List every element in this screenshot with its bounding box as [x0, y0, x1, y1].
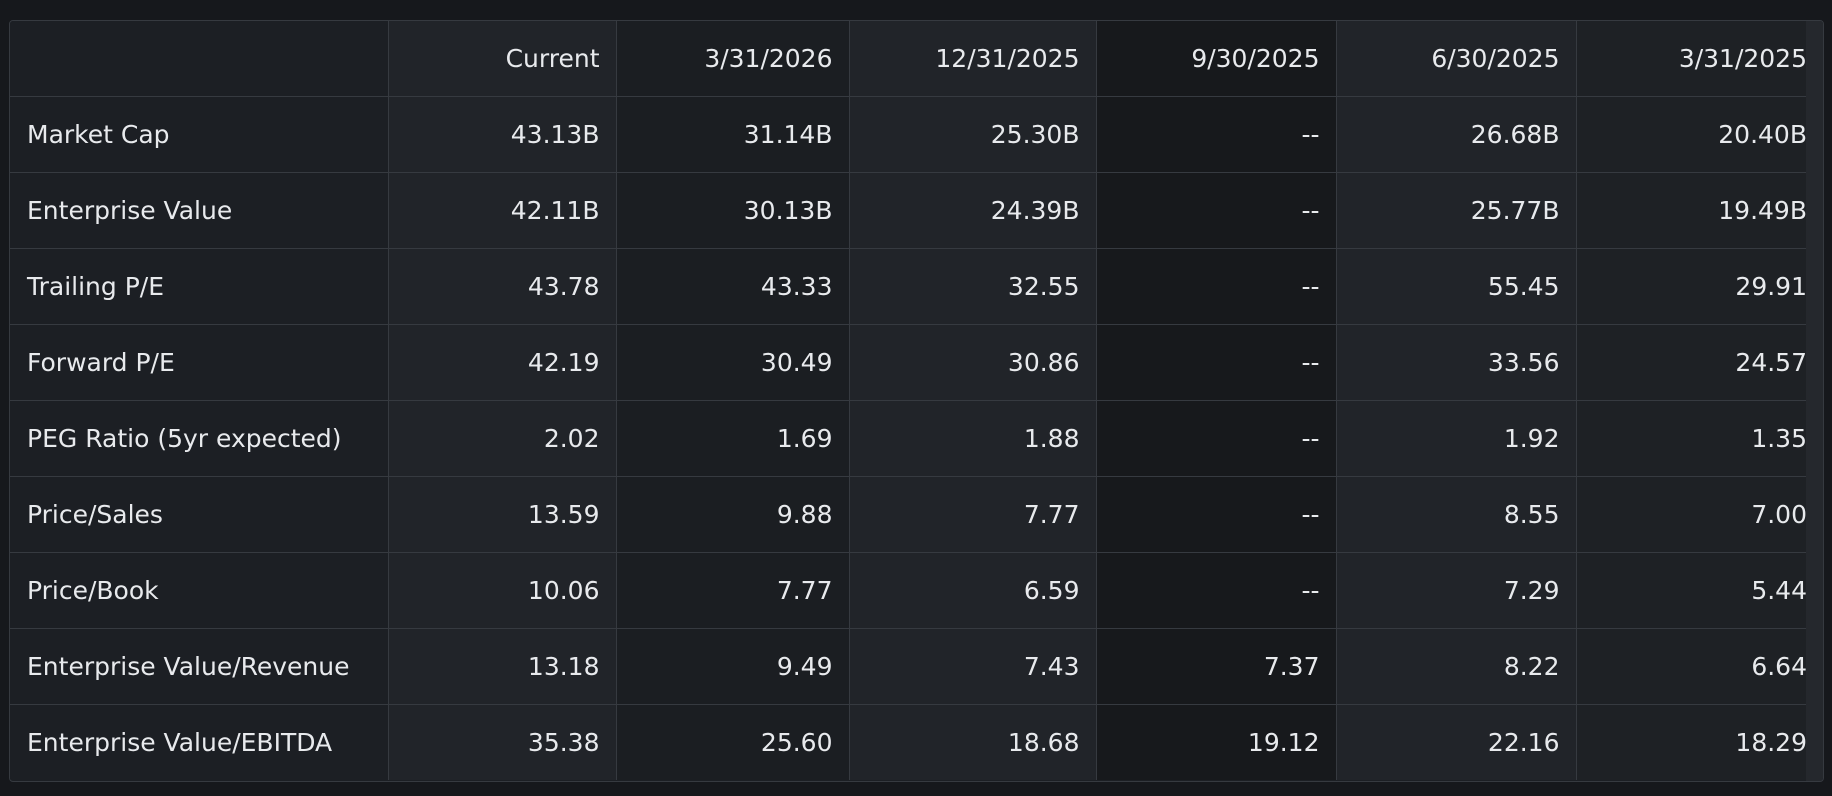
table-cell: 6.59 [848, 552, 1097, 629]
column-header-period: 12/31/2025 [848, 21, 1097, 97]
table-cell: 22.16 [1335, 704, 1577, 780]
table-cell: 43.78 [387, 248, 617, 325]
table-cell: 35.38 [387, 704, 617, 780]
table-cell: 1.69 [615, 400, 850, 477]
table-cell: 7.37 [1095, 628, 1337, 705]
valuation-measures-table: Current 3/31/2026 12/31/2025 9/30/2025 6… [10, 21, 1823, 780]
table-cell: 18.29 [1575, 704, 1823, 780]
table-cell: -- [1095, 552, 1337, 629]
column-header-current: Current [387, 21, 617, 97]
table-cell: -- [1095, 172, 1337, 249]
table-cell: 1.35 [1575, 400, 1823, 477]
table-cell: 2.02 [387, 400, 617, 477]
table-cell: 20.40B [1575, 96, 1823, 173]
scroll-gutter [1806, 21, 1823, 781]
table-cell: 31.14B [615, 96, 850, 173]
row-label: Price/Sales [10, 476, 389, 553]
table-cell: 30.13B [615, 172, 850, 249]
table-cell: 6.64 [1575, 628, 1823, 705]
table-cell: 1.92 [1335, 400, 1577, 477]
table-cell: 10.06 [387, 552, 617, 629]
row-label: Market Cap [10, 96, 389, 173]
header-row: Current 3/31/2026 12/31/2025 9/30/2025 6… [10, 21, 1823, 97]
table-cell: 30.86 [848, 324, 1097, 401]
table-cell: 25.30B [848, 96, 1097, 173]
column-header-period: 9/30/2025 [1095, 21, 1337, 97]
table-cell: 42.19 [387, 324, 617, 401]
table-cell: 43.13B [387, 96, 617, 173]
table-cell: -- [1095, 400, 1337, 477]
table-cell: 42.11B [387, 172, 617, 249]
row-label: Trailing P/E [10, 248, 389, 325]
table-row: Enterprise Value/Revenue 13.18 9.49 7.43… [10, 628, 1823, 705]
table-cell: 7.29 [1335, 552, 1577, 629]
table-cell: 25.77B [1335, 172, 1577, 249]
column-header-period: 6/30/2025 [1335, 21, 1577, 97]
table-cell: 13.59 [387, 476, 617, 553]
table-cell: 26.68B [1335, 96, 1577, 173]
row-label: Price/Book [10, 552, 389, 629]
table-cell: 19.12 [1095, 704, 1337, 780]
table-cell: 43.33 [615, 248, 850, 325]
table-cell: 7.00 [1575, 476, 1823, 553]
table-cell: 7.77 [615, 552, 850, 629]
table-cell: 5.44 [1575, 552, 1823, 629]
table-row: Price/Sales 13.59 9.88 7.77 -- 8.55 7.00 [10, 476, 1823, 553]
row-label: Enterprise Value [10, 172, 389, 249]
table-cell: 13.18 [387, 628, 617, 705]
table-row: Market Cap 43.13B 31.14B 25.30B -- 26.68… [10, 96, 1823, 173]
table-cell: 9.49 [615, 628, 850, 705]
table-row: Forward P/E 42.19 30.49 30.86 -- 33.56 2… [10, 324, 1823, 401]
table-cell: 24.39B [848, 172, 1097, 249]
table-cell: 18.68 [848, 704, 1097, 780]
row-label: Enterprise Value/Revenue [10, 628, 389, 705]
table-row: Trailing P/E 43.78 43.33 32.55 -- 55.45 … [10, 248, 1823, 325]
table-cell: 30.49 [615, 324, 850, 401]
row-label: Enterprise Value/EBITDA [10, 704, 389, 780]
column-header-period: 3/31/2026 [615, 21, 850, 97]
table-cell: -- [1095, 248, 1337, 325]
table-cell: 25.60 [615, 704, 850, 780]
table-cell: 55.45 [1335, 248, 1577, 325]
table-cell: 7.77 [848, 476, 1097, 553]
row-label: PEG Ratio (5yr expected) [10, 400, 389, 477]
table-row: Enterprise Value/EBITDA 35.38 25.60 18.6… [10, 704, 1823, 780]
corner-header-cell [10, 21, 389, 97]
table-cell: 24.57 [1575, 324, 1823, 401]
table-cell: 9.88 [615, 476, 850, 553]
table-cell: 7.43 [848, 628, 1097, 705]
table-cell: 33.56 [1335, 324, 1577, 401]
column-header-period: 3/31/2025 [1575, 21, 1823, 97]
row-label: Forward P/E [10, 324, 389, 401]
table-cell: -- [1095, 96, 1337, 173]
table-cell: 29.91 [1575, 248, 1823, 325]
table-cell: 8.22 [1335, 628, 1577, 705]
table-row: Price/Book 10.06 7.77 6.59 -- 7.29 5.44 [10, 552, 1823, 629]
table-cell: 32.55 [848, 248, 1097, 325]
table-cell: 19.49B [1575, 172, 1823, 249]
table-row: PEG Ratio (5yr expected) 2.02 1.69 1.88 … [10, 400, 1823, 477]
table-cell: 1.88 [848, 400, 1097, 477]
valuation-measures-table-container: Current 3/31/2026 12/31/2025 9/30/2025 6… [9, 20, 1824, 782]
table-cell: -- [1095, 476, 1337, 553]
table-cell: 8.55 [1335, 476, 1577, 553]
table-row: Enterprise Value 42.11B 30.13B 24.39B --… [10, 172, 1823, 249]
table-cell: -- [1095, 324, 1337, 401]
